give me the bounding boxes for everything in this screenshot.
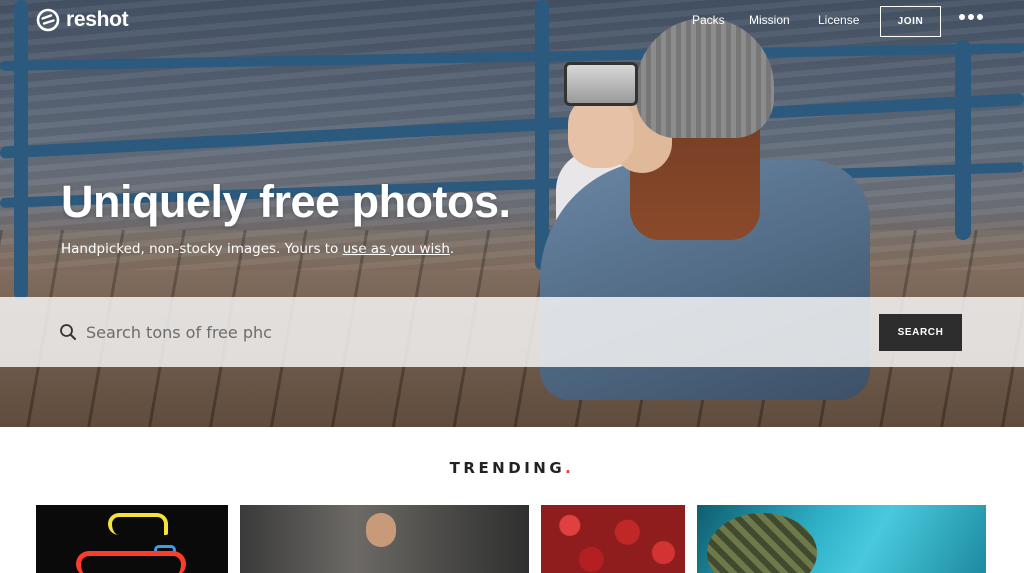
- trending-photo-apples[interactable]: [541, 505, 685, 573]
- hero-headline: Uniquely free photos.: [61, 176, 511, 227]
- top-navigation: reshot Packs Mission License JOIN: [0, 0, 1024, 42]
- crowd-face: [366, 513, 396, 547]
- hero-subline-end: .: [449, 241, 455, 257]
- rail-post: [955, 40, 971, 240]
- trending-title-text: TRENDING: [449, 459, 566, 477]
- brand-name: reshot: [66, 8, 129, 31]
- search-bar: SEARCH: [0, 297, 1024, 367]
- trending-heading: TRENDING.: [0, 459, 1024, 477]
- turtle-shape: [707, 513, 817, 573]
- nav-link-mission[interactable]: Mission: [749, 13, 790, 27]
- nav-link-packs[interactable]: Packs: [692, 13, 725, 27]
- neon-shape: [76, 551, 186, 573]
- neon-shape: [108, 513, 168, 535]
- more-dots-icon[interactable]: [959, 14, 983, 20]
- search-icon: [60, 324, 76, 340]
- hero-subline: Handpicked, non-stocky images. Yours to …: [61, 241, 454, 257]
- join-button[interactable]: JOIN: [880, 6, 941, 37]
- trending-photo-crowd[interactable]: [240, 505, 529, 573]
- trending-photo-neon[interactable]: [36, 505, 228, 573]
- hero-person-hands: [568, 96, 634, 168]
- hero-subline-text: Handpicked, non-stocky images. Yours to: [61, 241, 343, 257]
- nav-link-license[interactable]: License: [818, 13, 859, 27]
- trending-accent-dot: .: [565, 459, 575, 477]
- brand-logo[interactable]: reshot: [36, 8, 129, 32]
- trending-photo-turtle[interactable]: [697, 505, 986, 573]
- reshot-logo-icon: [36, 8, 60, 32]
- use-as-you-wish-link[interactable]: use as you wish: [343, 241, 450, 257]
- hero-camera: [564, 62, 638, 106]
- search-button[interactable]: SEARCH: [879, 314, 962, 351]
- search-input[interactable]: [86, 317, 646, 347]
